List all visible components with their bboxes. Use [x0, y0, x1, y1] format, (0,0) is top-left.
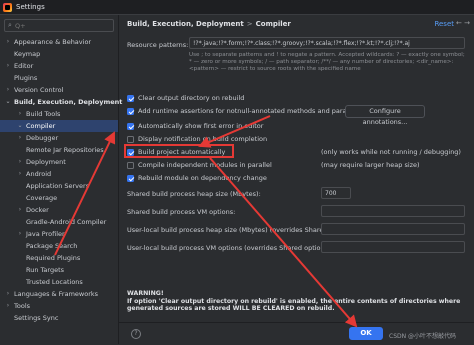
annotation-arrows	[54, 115, 358, 328]
arrow-to-compiler	[54, 131, 116, 256]
arrow-to-build-automatically	[198, 115, 271, 148]
arrow-to-ok-button	[209, 157, 358, 328]
